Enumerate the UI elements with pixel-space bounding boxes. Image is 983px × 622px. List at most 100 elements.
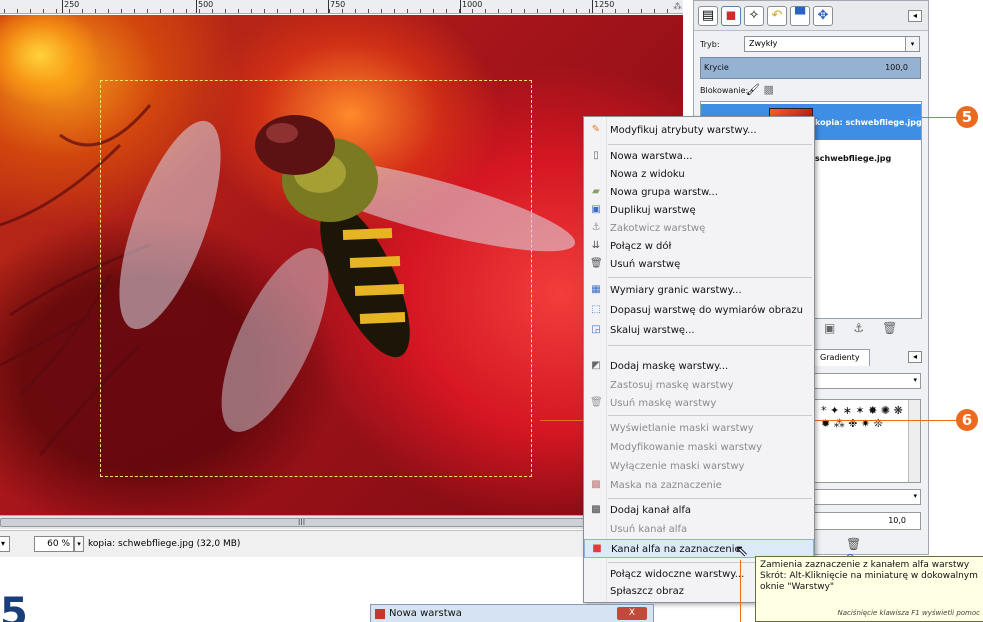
fit-icon: ⬚ bbox=[591, 304, 601, 315]
ruler-minor-tick bbox=[602, 9, 603, 13]
menu-item-duplicate-layer[interactable]: ▣ Duplikuj warstwę bbox=[584, 201, 814, 220]
tab-layers-icon[interactable]: ▤ bbox=[698, 6, 718, 26]
menu-item-edit-attributes[interactable]: ✎ Modyfikuj atrybuty warstwy... bbox=[584, 121, 814, 140]
ruler-minor-tick bbox=[108, 9, 109, 13]
chevron-down-icon: ▾ bbox=[913, 376, 917, 384]
menu-item-new-layer[interactable]: ▯ Nowa warstwa... bbox=[584, 147, 814, 166]
ruler-minor-tick bbox=[641, 9, 642, 13]
ruler-minor-tick bbox=[69, 9, 70, 13]
dock-tabs: ▤ ◼ ✧ ↶ ▀ ✥ ◂ bbox=[694, 1, 928, 31]
ruler-minor-tick bbox=[433, 9, 434, 13]
menu-item-remove-alpha-channel[interactable]: Usuń kanał alfa bbox=[584, 520, 814, 539]
callout-line bbox=[905, 117, 957, 118]
delete-brush-icon[interactable]: 🗑 bbox=[846, 537, 891, 551]
ruler-minor-tick bbox=[316, 9, 317, 13]
menu-item-layer-boundary[interactable]: ▦ Wymiary granic warstwy... bbox=[584, 281, 814, 300]
menu-item-layer-to-image-size[interactable]: ⬚ Dopasuj warstwę do wymiarów obrazu bbox=[584, 301, 814, 320]
menu-item-anchor-layer[interactable]: ⚓ Zakotwicz warstwę bbox=[584, 219, 814, 238]
folder-icon: ▰ bbox=[592, 186, 600, 197]
scrollbar-grip: III bbox=[298, 518, 306, 527]
gimp-icon bbox=[375, 609, 385, 619]
menu-item-show-layer-mask[interactable]: Wyświetlanie maski warstwy bbox=[584, 419, 814, 438]
image-canvas[interactable] bbox=[0, 15, 683, 515]
layer-name[interactable]: schwebfliege.jpg bbox=[815, 154, 891, 163]
ruler-minor-tick bbox=[238, 9, 239, 13]
ruler-minor-tick bbox=[4, 9, 5, 13]
close-button[interactable]: X bbox=[617, 607, 647, 620]
ruler-minor-tick bbox=[199, 9, 200, 13]
zoom-field[interactable]: 60 % bbox=[34, 536, 74, 552]
menu-item-edit-layer-mask[interactable]: Modyfikowanie maski warstwy bbox=[584, 438, 814, 457]
scrollbar-thumb[interactable]: III bbox=[0, 518, 600, 527]
tab-undo-icon[interactable]: ↶ bbox=[767, 6, 787, 26]
tab-paths-icon[interactable]: ✧ bbox=[744, 6, 764, 26]
dialog-title: Nowa warstwa bbox=[389, 608, 462, 619]
ruler-minor-tick bbox=[173, 9, 174, 13]
zoom-dropdown-icon[interactable]: ▾ bbox=[74, 536, 84, 552]
ruler-minor-tick bbox=[368, 9, 369, 13]
tab-navigation-icon[interactable]: ✥ bbox=[813, 6, 833, 26]
menu-item-mask-to-selection[interactable]: ▩ Maska na zaznaczenie bbox=[584, 476, 814, 495]
ruler-minor-tick bbox=[212, 9, 213, 13]
ruler-corner-icon: ⁂ bbox=[673, 2, 682, 12]
lock-pixels-icon[interactable]: 🖌 bbox=[746, 83, 760, 96]
opacity-slider[interactable]: Krycie 100,0 bbox=[700, 57, 921, 79]
menu-item-new-layer-group[interactable]: ▰ Nowa grupa warstw... bbox=[584, 183, 814, 202]
menu-item-add-layer-mask[interactable]: ◩ Dodaj maskę warstwy... bbox=[584, 357, 814, 376]
mode-select[interactable]: Zwykły ▾ bbox=[744, 36, 920, 52]
tab-gradients[interactable]: Gradienty bbox=[814, 349, 870, 366]
ruler-minor-tick bbox=[186, 9, 187, 13]
ruler-minor-tick bbox=[394, 9, 395, 13]
ruler-minor-tick bbox=[303, 9, 304, 13]
menu-item-disable-layer-mask[interactable]: Wyłączenie maski warstwy bbox=[584, 457, 814, 476]
dock-menu-icon[interactable]: ◂ bbox=[908, 10, 922, 22]
brush-view-select[interactable]: ▾ bbox=[814, 373, 921, 389]
layer-name[interactable]: kopia: schwebfliege.jpg bbox=[815, 118, 922, 127]
menu-item-delete-layer[interactable]: 🗑 Usuń warstwę bbox=[584, 255, 814, 274]
ruler-minor-tick bbox=[563, 9, 564, 13]
mode-value: Zwykły bbox=[749, 39, 778, 48]
callout-line bbox=[740, 560, 741, 622]
tab-images-icon[interactable]: ▀ bbox=[790, 6, 810, 26]
ruler-minor-tick bbox=[82, 9, 83, 13]
lock-alpha-icon[interactable]: ▩ bbox=[763, 83, 773, 96]
add-mask-icon: ◩ bbox=[591, 360, 601, 371]
duplicate-icon: ▣ bbox=[591, 204, 601, 215]
ruler-minor-tick bbox=[511, 9, 512, 13]
opacity-value: 100,0 bbox=[885, 63, 908, 72]
unit-dropdown[interactable]: ▾ bbox=[0, 536, 10, 552]
menu-item-merge-down[interactable]: ⇊ Połącz w dół bbox=[584, 237, 814, 256]
opacity-label: Krycie bbox=[704, 63, 729, 72]
menu-item-apply-layer-mask[interactable]: Zastosuj maskę warstwy bbox=[584, 376, 814, 395]
ruler-minor-tick bbox=[407, 9, 408, 13]
ruler-minor-tick bbox=[537, 9, 538, 13]
menu-item-new-from-visible[interactable]: Nowa z widoku bbox=[584, 165, 814, 184]
status-title: kopia: schwebfliege.jpg (32,0 MB) bbox=[88, 539, 241, 549]
chevron-down-icon: ▾ bbox=[913, 492, 917, 500]
ruler-minor-tick bbox=[17, 9, 18, 13]
delete-layer-icon[interactable]: 🗑 bbox=[882, 321, 915, 335]
ruler-minor-tick bbox=[160, 9, 161, 13]
scale-icon: ◲ bbox=[591, 324, 601, 335]
tab-channels-icon[interactable]: ◼ bbox=[721, 6, 741, 26]
brushes-scrollbar[interactable] bbox=[908, 400, 920, 482]
panel-menu-icon[interactable]: ◂ bbox=[908, 351, 922, 363]
horizontal-scrollbar[interactable]: III bbox=[0, 515, 683, 529]
selection-icon: ■ bbox=[592, 543, 602, 554]
merge-down-icon: ⇊ bbox=[591, 240, 601, 251]
tooltip-hint: Naciśnięcie klawisza F1 wyświetli pomoc bbox=[837, 609, 980, 617]
edit-layer-icon: ✎ bbox=[591, 124, 601, 135]
anchor-layer-icon[interactable]: ⚓ bbox=[853, 321, 882, 335]
ruler-minor-tick bbox=[121, 9, 122, 13]
menu-item-scale-layer[interactable]: ◲ Skaluj warstwę... bbox=[584, 321, 814, 340]
menu-separator bbox=[608, 498, 812, 499]
brushes-grid[interactable]: * ✦ ∗ ✶ ✸ ✺ ❋ ✹ ⁂ ❉ ✷ ❊ bbox=[814, 399, 921, 483]
spacing-field[interactable]: 10,0 bbox=[814, 512, 921, 530]
layers-buttons: ▣⚓🗑 bbox=[824, 321, 915, 335]
layer-context-menu: ✎ Modyfikuj atrybuty warstwy... ▯ Nowa war… bbox=[583, 116, 815, 603]
chevron-down-icon[interactable]: ▾ bbox=[905, 37, 919, 51]
menu-item-delete-layer-mask[interactable]: 🗑 Usuń maskę warstwy bbox=[584, 394, 814, 413]
duplicate-layer-icon[interactable]: ▣ bbox=[824, 321, 853, 335]
brush-tags-select[interactable]: ▾ bbox=[814, 489, 921, 505]
menu-item-add-alpha-channel[interactable]: ▩ Dodaj kanał alfa bbox=[584, 501, 814, 520]
